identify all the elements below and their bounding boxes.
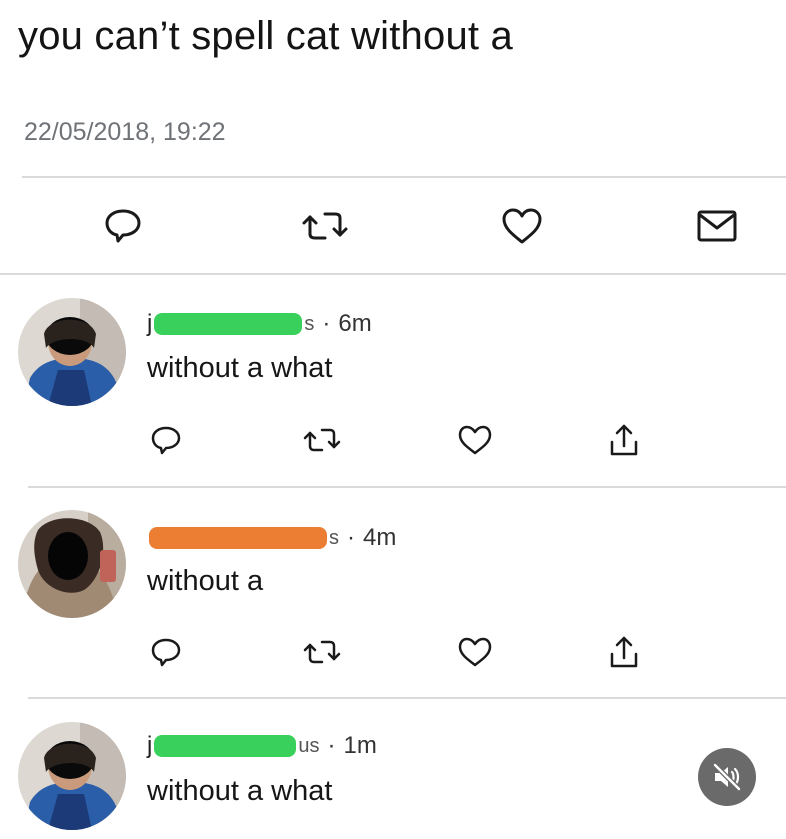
speaker-muted-icon [712, 762, 742, 792]
reply-1-share-button[interactable] [602, 418, 646, 462]
retweet-icon [303, 640, 341, 664]
reply-button[interactable] [96, 203, 150, 249]
reply-text: without a [147, 565, 264, 597]
retweet-icon [302, 212, 348, 240]
message-button[interactable] [690, 205, 744, 247]
reply-text: without a what [147, 775, 333, 807]
retweet-button[interactable] [298, 205, 352, 247]
reply-2-share-button[interactable] [602, 630, 646, 674]
tweet-text: you can’t spell cat without a [18, 14, 513, 58]
separator-dot: · [347, 524, 355, 551]
share-icon [610, 636, 638, 668]
avatar[interactable] [18, 510, 126, 618]
divider-top [22, 176, 786, 178]
reply-2-like-button[interactable] [452, 632, 498, 672]
separator-dot: · [322, 310, 331, 337]
avatar[interactable] [18, 298, 126, 406]
reply-2-retweet-button[interactable] [298, 632, 346, 672]
mute-button[interactable] [698, 748, 756, 806]
reply-author-row: j s · 6m [147, 310, 372, 338]
reply-icon [151, 426, 181, 455]
author-name-end: s [329, 526, 339, 549]
reply-icon [151, 638, 181, 667]
heart-icon [458, 425, 492, 455]
reply-1-like-button[interactable] [452, 420, 498, 460]
reply-text: without a what [147, 352, 333, 384]
divider-actions [0, 273, 786, 275]
reply-icon [105, 209, 141, 243]
reply-1-reply-button[interactable] [144, 420, 188, 460]
reply-author-row: j us · 1m [147, 732, 377, 760]
avatar[interactable] [18, 722, 126, 830]
redacted-name-bar [149, 527, 327, 549]
reply-time: 1m [343, 732, 377, 759]
author-name-end: us [298, 734, 320, 757]
reply-time: 4m [363, 524, 397, 551]
reply-1-retweet-button[interactable] [298, 420, 346, 460]
redacted-name-bar [154, 313, 303, 335]
reply-2-reply-button[interactable] [144, 632, 188, 672]
author-name-end: s [304, 312, 315, 335]
share-icon [610, 424, 638, 456]
reply-time: 6m [338, 310, 372, 337]
tweet-timestamp: 22/05/2018, 19:22 [24, 118, 226, 146]
redacted-name-bar [154, 735, 297, 757]
separator-dot: · [327, 732, 336, 759]
retweet-icon [303, 428, 341, 452]
like-button[interactable] [494, 203, 550, 249]
heart-icon [502, 208, 542, 244]
author-name-start: j [147, 732, 153, 759]
heart-icon [458, 637, 492, 667]
reply-author-row: s · 4m [147, 524, 396, 552]
author-name-start: j [147, 310, 153, 337]
divider-reply-2 [28, 697, 786, 699]
divider-reply-1 [28, 486, 786, 488]
envelope-icon [697, 210, 737, 242]
